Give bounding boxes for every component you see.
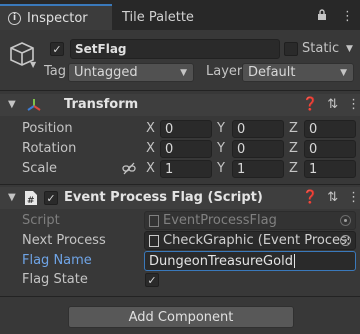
rotation-z-value: 0 [309, 141, 318, 157]
divider [0, 90, 360, 91]
static-label: Static [302, 41, 340, 56]
script-header-icons: ❓ ⇅ ⋮ [302, 190, 360, 205]
flag-name-value: DungeonTreasureGold [149, 253, 293, 269]
next-process-field[interactable]: CheckGraphic (Event Process ( [144, 231, 356, 250]
axis-z-label: Z [289, 161, 298, 176]
rotation-label: Rotation [22, 141, 77, 156]
help-icon[interactable]: ❓ [302, 97, 318, 112]
axis-y-label: Y [217, 121, 225, 136]
position-label: Position [22, 121, 73, 136]
position-y-value: 0 [237, 121, 246, 137]
info-icon: i [8, 11, 21, 25]
static-dropdown-arrow[interactable]: ▼ [346, 44, 353, 54]
script-label: Script [22, 213, 60, 228]
tag-value: Untagged [74, 65, 138, 80]
flag-state-checkbox[interactable]: ✓ [145, 273, 159, 287]
axis-x-label: X [146, 121, 155, 136]
layer-dropdown[interactable]: Default ▼ [242, 63, 354, 82]
position-z-value: 0 [309, 121, 318, 137]
chevron-down-icon: ▼ [340, 68, 347, 78]
fold-arrow-icon[interactable]: ▼ [8, 192, 16, 203]
object-picker-icon [340, 215, 351, 226]
script-field: EventProcessFlag [144, 211, 356, 230]
help-icon[interactable]: ❓ [302, 190, 318, 205]
script-file-icon: # [24, 190, 38, 209]
layer-label: Layer [206, 64, 243, 79]
kebab-menu-icon[interactable]: ⋮ [347, 97, 360, 112]
tab-inspector[interactable]: i Inspector [0, 4, 112, 30]
position-x-field[interactable]: 0 [160, 120, 212, 138]
kebab-menu-icon[interactable]: ⋮ [341, 9, 354, 25]
preset-icon[interactable]: ⇅ [327, 97, 338, 112]
divider [0, 184, 360, 185]
active-checkbox[interactable]: ✓ [50, 42, 64, 56]
preset-icon[interactable]: ⇅ [327, 190, 338, 205]
position-z-field[interactable]: 0 [304, 120, 356, 138]
add-component-button[interactable]: Add Component [68, 306, 294, 328]
script-value: EventProcessFlag [163, 213, 277, 228]
position-y-field[interactable]: 0 [232, 120, 284, 138]
flag-state-label: Flag State [22, 272, 88, 287]
script-enabled-checkbox[interactable]: ✓ [44, 191, 58, 205]
tab-tile-palette-label: Tile Palette [122, 9, 194, 25]
axis-z-label: Z [289, 121, 298, 136]
scale-x-value: 1 [165, 161, 174, 177]
text-caret [293, 254, 295, 268]
object-picker-icon[interactable] [340, 235, 351, 246]
tag-dropdown[interactable]: Untagged ▼ [68, 63, 194, 82]
flag-name-label: Flag Name [22, 253, 92, 268]
scale-y-field[interactable]: 1 [232, 160, 284, 178]
layer-value: Default [248, 65, 296, 80]
add-component-label: Add Component [128, 309, 234, 325]
chevron-down-icon: ▼ [180, 68, 187, 78]
transform-title: Transform [64, 97, 139, 112]
axis-x-label: X [146, 141, 155, 156]
scale-label: Scale [22, 161, 57, 176]
scale-x-field[interactable]: 1 [160, 160, 212, 178]
lock-icon[interactable] [317, 9, 327, 25]
axis-z-label: Z [289, 141, 298, 156]
transform-icon [26, 97, 42, 116]
tab-inspector-label: Inspector [27, 10, 88, 26]
axis-x-label: X [146, 161, 155, 176]
next-process-value: CheckGraphic (Event Process ( [163, 233, 349, 248]
tab-tile-palette[interactable]: Tile Palette [122, 4, 194, 30]
divider [0, 296, 360, 297]
scale-z-value: 1 [309, 161, 318, 177]
icon-dropdown-arrow[interactable]: ▼ [30, 60, 36, 69]
static-checkbox[interactable] [284, 42, 298, 56]
tag-label: Tag [44, 64, 67, 79]
rotation-y-value: 0 [237, 141, 246, 157]
flag-name-field[interactable]: DungeonTreasureGold [144, 251, 356, 271]
scale-y-value: 1 [237, 161, 246, 177]
rotation-x-field[interactable]: 0 [160, 140, 212, 158]
fold-arrow-icon[interactable]: ▼ [8, 99, 16, 110]
kebab-menu-icon[interactable]: ⋮ [347, 190, 360, 205]
axis-y-label: Y [217, 141, 225, 156]
script-asset-icon [149, 214, 159, 227]
rotation-y-field[interactable]: 0 [232, 140, 284, 158]
script-asset-icon [149, 234, 159, 247]
transform-header[interactable]: ▼ Transform ❓ ⇅ ⋮ [0, 94, 360, 116]
position-x-value: 0 [165, 121, 174, 137]
tab-tools: ⋮ [317, 9, 354, 25]
rotation-z-field[interactable]: 0 [304, 140, 356, 158]
link-icon[interactable] [122, 162, 136, 179]
object-name: SetFlag [75, 42, 127, 56]
object-name-field[interactable]: SetFlag [70, 39, 280, 59]
transform-header-icons: ❓ ⇅ ⋮ [302, 97, 360, 112]
rotation-x-value: 0 [165, 141, 174, 157]
scale-z-field[interactable]: 1 [304, 160, 356, 178]
script-component-header[interactable]: ▼ # ✓ Event Process Flag (Script) ❓ ⇅ ⋮ [0, 187, 360, 209]
script-component-title: Event Process Flag (Script) [64, 190, 263, 205]
next-process-label: Next Process [22, 233, 106, 248]
svg-text:#: # [27, 196, 35, 206]
axis-y-label: Y [217, 161, 225, 176]
